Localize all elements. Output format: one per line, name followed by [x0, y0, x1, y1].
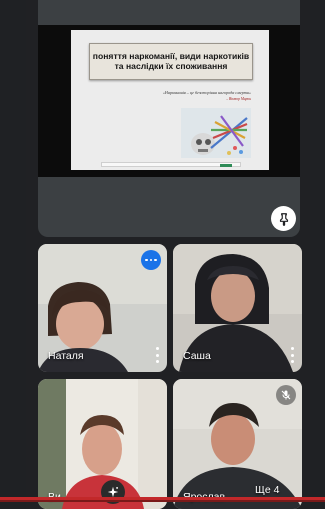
pin-button[interactable]: [271, 206, 296, 231]
participant-tile-4[interactable]: Ярослав: [173, 379, 302, 509]
more-vert-icon[interactable]: [154, 347, 160, 363]
slide-title-box: поняття наркоманії, види наркотиків та н…: [89, 43, 253, 80]
participant-tile-2[interactable]: Саша: [173, 244, 302, 372]
presentation-tile[interactable]: поняття наркоманії, види наркотиків та н…: [38, 0, 300, 237]
red-divider-shadow: [0, 500, 325, 502]
participant-tile-1[interactable]: Наталя: [38, 244, 167, 372]
participant-name: Саша: [183, 350, 211, 362]
presentation-slide: поняття наркоманії, види наркотиків та н…: [71, 30, 269, 170]
pin-icon: [279, 212, 288, 226]
syringes-image: [181, 108, 251, 158]
shared-screen: поняття наркоманії, види наркотиків та н…: [38, 25, 300, 177]
mic-off-indicator: [276, 385, 296, 405]
slide-title: поняття наркоманії, види наркотиків та н…: [92, 50, 250, 71]
mic-off-icon: [281, 390, 291, 400]
slide-quote: «Наркоманія – це безсторінна нагорода см…: [162, 90, 251, 95]
slide-status-bar: [101, 162, 241, 167]
participant-name: Наталя: [48, 350, 84, 362]
slide-author: – Віктор Марон: [226, 97, 251, 101]
more-bubble[interactable]: [141, 250, 161, 270]
more-vert-icon[interactable]: [289, 347, 295, 363]
more-participants-count[interactable]: Ще 4: [255, 484, 279, 496]
